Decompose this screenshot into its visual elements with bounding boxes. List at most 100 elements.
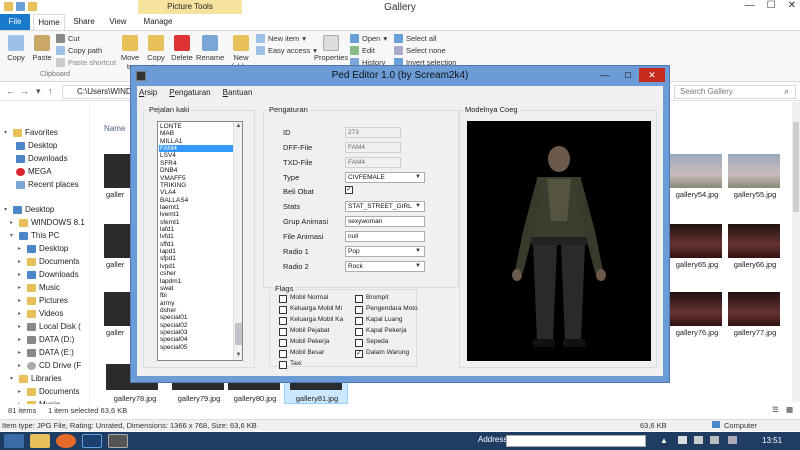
collapse-icon[interactable]: ▾ bbox=[4, 206, 10, 213]
forward-icon[interactable]: → bbox=[20, 86, 29, 96]
flag-checkbox[interactable] bbox=[279, 295, 287, 303]
tab-share[interactable]: Share bbox=[68, 14, 100, 30]
expand-icon[interactable]: ▸ bbox=[18, 271, 24, 278]
maximize-button[interactable]: ☐ bbox=[617, 69, 639, 83]
flag-checkbox[interactable] bbox=[355, 306, 363, 314]
flag-checkbox[interactable] bbox=[355, 339, 363, 347]
flag-checkbox[interactable] bbox=[355, 295, 363, 303]
flag-checkbox[interactable]: ✓ bbox=[355, 350, 363, 358]
type-select[interactable]: CIVFEMALE ▼ bbox=[345, 172, 425, 183]
flag-checkbox[interactable] bbox=[279, 350, 287, 358]
thumbnail-view-icon[interactable]: ▦ bbox=[786, 405, 793, 414]
maximize-icon[interactable]: ☐ bbox=[767, 0, 776, 11]
details-view-icon[interactable]: ☰ bbox=[772, 405, 779, 414]
file-label[interactable]: gallery80.jpg bbox=[220, 394, 290, 403]
nav-downloads[interactable]: Downloads bbox=[16, 154, 68, 163]
ped-list-item[interactable]: dsher bbox=[159, 307, 233, 314]
ped-list-item[interactable]: special04 bbox=[159, 336, 233, 343]
file-thumbnail[interactable] bbox=[670, 154, 722, 188]
file-label[interactable]: gallery78.jpg bbox=[100, 394, 170, 403]
flag-checkbox[interactable] bbox=[355, 317, 363, 325]
ped-list-item[interactable]: sfemt1 bbox=[159, 219, 233, 226]
scroll-down-icon[interactable]: ▼ bbox=[234, 351, 243, 359]
paste-shortcut-button[interactable]: Paste shortcut bbox=[56, 58, 116, 67]
file-thumbnail[interactable] bbox=[670, 224, 722, 258]
id-field[interactable]: 273 bbox=[345, 127, 401, 138]
expand-icon[interactable]: ▸ bbox=[18, 323, 24, 330]
rename-button[interactable]: Rename bbox=[196, 35, 224, 62]
ped-editor-taskbar-icon[interactable] bbox=[108, 434, 128, 448]
flag-checkbox[interactable] bbox=[279, 328, 287, 336]
collapse-icon[interactable]: ▾ bbox=[10, 232, 16, 239]
tab-file[interactable]: File bbox=[0, 14, 30, 30]
nav-libraries[interactable]: ▾ Libraries bbox=[10, 374, 62, 383]
flag-checkbox[interactable] bbox=[279, 317, 287, 325]
ped-list-item[interactable]: sffd1 bbox=[159, 241, 233, 248]
txd-file-field[interactable]: FAM4 bbox=[345, 157, 401, 168]
file-label[interactable]: gallery55.jpg bbox=[720, 190, 790, 199]
ped-list-item[interactable]: csher bbox=[159, 270, 233, 277]
grup-animasi-field[interactable]: sexywoman bbox=[345, 216, 425, 227]
dff-file-field[interactable]: FAM4 bbox=[345, 142, 401, 153]
select-none-button[interactable]: Select none bbox=[394, 46, 446, 55]
address-field[interactable]: C:\Users\WINDO bbox=[62, 85, 132, 99]
close-icon[interactable]: ✕ bbox=[788, 0, 796, 11]
ped-list-item[interactable]: lvpd1 bbox=[159, 263, 233, 270]
collapse-icon[interactable]: ▾ bbox=[10, 375, 16, 382]
battery-icon[interactable] bbox=[678, 436, 687, 444]
ped-list-item[interactable]: special01 bbox=[159, 314, 233, 321]
ped-list-item[interactable]: SFR4 bbox=[159, 160, 233, 167]
scrollbar-thumb[interactable] bbox=[793, 122, 799, 212]
radio2-select[interactable]: Rock ▼ bbox=[345, 261, 425, 272]
flag-checkbox[interactable] bbox=[355, 328, 363, 336]
nav-windows81[interactable]: ▸ WINDOWS 8.1 bbox=[10, 218, 85, 227]
search-input[interactable]: Search Gallery bbox=[674, 85, 796, 99]
flag-checkbox[interactable] bbox=[279, 306, 287, 314]
ped-list-scrollbar[interactable]: ▲ ▼ bbox=[233, 122, 242, 360]
open-button[interactable]: Open ▾ bbox=[350, 34, 387, 43]
photoshop-icon[interactable] bbox=[82, 434, 102, 448]
nav-documents[interactable]: ▸ Documents bbox=[18, 257, 79, 266]
ped-list-item[interactable]: fbi bbox=[159, 292, 233, 299]
model-preview[interactable] bbox=[467, 121, 651, 361]
menu-bantuan[interactable]: Bantuan bbox=[223, 88, 253, 97]
nav-data-d[interactable]: ▸ DATA (D:) bbox=[18, 335, 74, 344]
minimize-icon[interactable]: — bbox=[745, 0, 755, 11]
ped-list-item[interactable]: LONTE bbox=[159, 123, 233, 130]
ped-list-item[interactable]: lapd1 bbox=[159, 248, 233, 255]
file-thumbnail[interactable] bbox=[670, 292, 722, 326]
ped-list-item[interactable]: special03 bbox=[159, 329, 233, 336]
ped-list-item[interactable]: lvfd1 bbox=[159, 233, 233, 240]
tab-manage[interactable]: Manage bbox=[140, 14, 176, 30]
network-icon[interactable] bbox=[694, 436, 703, 444]
tray-arrow-icon[interactable]: ▲ bbox=[660, 436, 668, 445]
ped-list-item[interactable]: lapdm1 bbox=[159, 278, 233, 285]
easy-access-button[interactable]: Easy access ▾ bbox=[256, 46, 317, 55]
expand-icon[interactable]: ▸ bbox=[18, 362, 24, 369]
nav-videos[interactable]: ▸ Videos bbox=[18, 309, 63, 318]
file-explorer-icon[interactable] bbox=[30, 434, 50, 448]
edit-button[interactable]: Edit bbox=[350, 46, 375, 55]
ped-list-item[interactable]: lafd1 bbox=[159, 226, 233, 233]
file-animasi-field[interactable]: null bbox=[345, 231, 425, 242]
properties-button[interactable]: Properties bbox=[314, 35, 348, 62]
select-all-button[interactable]: Select all bbox=[394, 34, 436, 43]
ped-list-item[interactable]: lvemt1 bbox=[159, 211, 233, 218]
nav-desktop[interactable]: Desktop bbox=[16, 141, 57, 150]
ped-list-item[interactable]: DNB4 bbox=[159, 167, 233, 174]
expand-icon[interactable]: ▸ bbox=[18, 349, 24, 356]
close-button[interactable]: ✕ bbox=[639, 68, 665, 82]
cut-button[interactable]: Cut bbox=[56, 34, 80, 43]
expand-icon[interactable]: ▸ bbox=[18, 284, 24, 291]
ped-list-item[interactable]: laemt1 bbox=[159, 204, 233, 211]
nav-this-pc[interactable]: ▾ This PC bbox=[10, 231, 59, 240]
ped-list-item[interactable]: sfpd1 bbox=[159, 255, 233, 262]
ped-list-item[interactable]: VMAFF5 bbox=[159, 175, 233, 182]
ped-list-item[interactable]: army bbox=[159, 300, 233, 307]
ped-list-item[interactable]: LSV4 bbox=[159, 152, 233, 159]
flag-checkbox[interactable] bbox=[279, 339, 287, 347]
nav-desktop-root[interactable]: ▾ Desktop bbox=[4, 205, 54, 214]
file-label[interactable]: gallery77.jpg bbox=[720, 328, 790, 337]
ped-listbox[interactable]: LONTE MAB MILLA1 FAM4 LSV4 SFR4 DNB4 VMAFF5 TRIK… bbox=[157, 121, 243, 361]
beli-obat-checkbox[interactable]: ✓ bbox=[345, 186, 353, 194]
